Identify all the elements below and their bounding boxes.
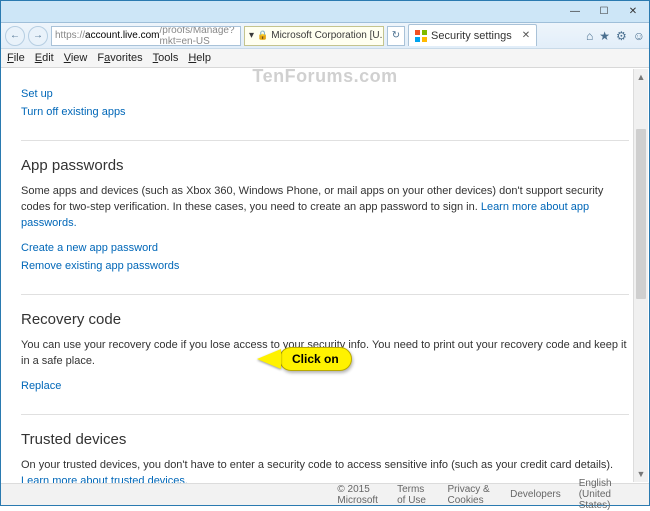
footer-locale-link[interactable]: English (United States) — [579, 478, 635, 511]
tools-icon[interactable]: ⚙ — [616, 29, 627, 43]
scroll-thumb[interactable] — [636, 129, 646, 299]
lock-icon: 🔒 — [257, 30, 268, 41]
url-host: account.live.com — [85, 30, 159, 41]
turn-off-apps-link[interactable]: Turn off existing apps — [21, 106, 126, 118]
browser-tab[interactable]: Security settings ✕ — [408, 24, 537, 46]
home-icon[interactable]: ⌂ — [586, 29, 593, 43]
maximize-button[interactable]: ☐ — [590, 3, 618, 21]
recovery-code-body: You can use your recovery code if you lo… — [21, 338, 629, 370]
page-content: TenForums.com You've set up an authentic… — [1, 68, 649, 483]
menu-view[interactable]: ViewView — [64, 52, 88, 64]
smiley-icon[interactable]: ☺ — [633, 29, 645, 43]
menu-file[interactable]: FFileile — [7, 52, 25, 64]
recovery-code-heading: Recovery code — [21, 311, 629, 328]
menu-bar: FFileile EditEdit ViewView FavoritesFavo… — [1, 49, 649, 68]
toolbar-right: ⌂ ★ ⚙ ☺ — [586, 29, 645, 43]
url-path: /proofs/Manage?mkt=en-US — [160, 26, 238, 46]
microsoft-favicon-icon — [415, 30, 427, 42]
footer-terms-link[interactable]: Terms of Use — [397, 484, 429, 506]
tab-close-icon[interactable]: ✕ — [522, 30, 530, 41]
url-scheme: https:// — [55, 30, 85, 41]
minimize-button[interactable]: — — [561, 3, 589, 21]
favorites-icon[interactable]: ★ — [599, 29, 610, 43]
trusted-devices-learn-more-link[interactable]: Learn more about trusted devices. — [21, 475, 188, 483]
scroll-down-icon[interactable]: ▼ — [634, 466, 648, 482]
window-titlebar: — ☐ ✕ — [1, 1, 649, 23]
create-app-password-link[interactable]: Create a new app password — [21, 242, 158, 254]
certificate-indicator[interactable]: ▾ 🔒 Microsoft Corporation [U... — [244, 26, 384, 46]
app-passwords-body: Some apps and devices (such as Xbox 360,… — [21, 184, 629, 232]
divider — [21, 140, 629, 141]
watermark-text: TenForums.com — [1, 68, 649, 87]
replace-recovery-code-link[interactable]: Replace — [21, 380, 61, 392]
menu-edit[interactable]: EditEdit — [35, 52, 54, 64]
menu-tools[interactable]: ToolsTools — [153, 52, 179, 64]
dropdown-icon: ▾ — [249, 30, 254, 41]
trusted-devices-body: On your trusted devices, you don't have … — [21, 458, 629, 483]
divider — [21, 294, 629, 295]
app-passwords-heading: App passwords — [21, 157, 629, 174]
close-window-button[interactable]: ✕ — [619, 3, 647, 21]
back-button[interactable]: ← — [5, 26, 25, 46]
certificate-label: Microsoft Corporation [U... — [271, 30, 384, 41]
vertical-scrollbar[interactable]: ▲ ▼ — [633, 69, 648, 482]
setup-link[interactable]: Set up — [21, 88, 53, 100]
menu-help[interactable]: HelpHelp — [188, 52, 211, 64]
refresh-button[interactable]: ↻ — [387, 26, 405, 46]
remove-app-passwords-link[interactable]: Remove existing app passwords — [21, 260, 179, 272]
tab-title: Security settings — [431, 30, 512, 42]
address-bar[interactable]: https://account.live.com/proofs/Manage?m… — [51, 26, 241, 46]
page-footer: © 2015 Microsoft Terms of Use Privacy & … — [1, 483, 649, 505]
divider — [21, 414, 629, 415]
footer-privacy-link[interactable]: Privacy & Cookies — [447, 484, 492, 506]
footer-developers-link[interactable]: Developers — [510, 489, 561, 500]
forward-button[interactable]: → — [28, 26, 48, 46]
trusted-devices-text: On your trusted devices, you don't have … — [21, 459, 613, 471]
browser-toolbar: ← → https://account.live.com/proofs/Mana… — [1, 23, 649, 49]
trusted-devices-heading: Trusted devices — [21, 431, 629, 448]
footer-copyright: © 2015 Microsoft — [337, 484, 379, 506]
scroll-up-icon[interactable]: ▲ — [634, 69, 648, 85]
menu-favorites[interactable]: FavoritesFavorites — [97, 52, 142, 64]
